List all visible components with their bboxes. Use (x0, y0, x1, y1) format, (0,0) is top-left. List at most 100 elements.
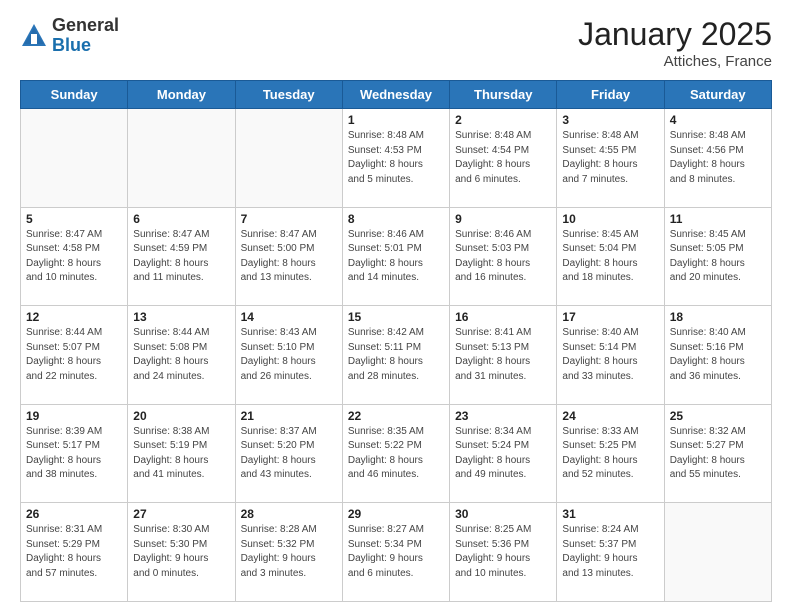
logo-blue: Blue (52, 35, 91, 55)
day-number: 2 (455, 113, 551, 127)
day-info: Sunrise: 8:46 AM Sunset: 5:01 PM Dayligh… (348, 228, 444, 286)
calendar-day-cell: 25 Sunrise: 8:32 AM Sunset: 5:27 PM Dayli… (664, 404, 771, 503)
day-info: Sunrise: 8:42 AM Sunset: 5:11 PM Dayligh… (348, 326, 444, 384)
calendar-week-row: 19Sunrise: 8:39 AM Sunset: 5:17 PM Dayli… (21, 404, 772, 503)
calendar-day-cell: 12 Sunrise: 8:44 AM Sunset: 5:07 PM Dayli… (21, 306, 128, 405)
day-info: Sunrise: 8:37 AM Sunset: 5:20 PM Dayligh… (241, 425, 337, 483)
calendar-title: January 2025 (578, 16, 772, 53)
day-info: Sunrise: 8:24 AM Sunset: 5:37 PM Dayligh… (562, 523, 658, 581)
calendar-day-cell: 11Sunrise: 8:45 AM Sunset: 5:05 PM Dayli… (664, 207, 771, 306)
day-number: 9 (455, 212, 551, 226)
day-number: 23 (455, 409, 551, 423)
day-info: Sunrise: 8:45 AM Sunset: 5:04 PM Dayligh… (562, 228, 658, 286)
day-number: 28 (241, 507, 337, 521)
title-block: January 2025 Attiches, France (578, 16, 772, 70)
calendar-day-cell: 9 Sunrise: 8:46 AM Sunset: 5:03 PM Daylig… (450, 207, 557, 306)
calendar-day-cell: 3 Sunrise: 8:48 AM Sunset: 4:55 PM Daylig… (557, 109, 664, 208)
day-info: Sunrise: 8:43 AM Sunset: 5:10 PM Dayligh… (241, 326, 337, 384)
day-info: Sunrise: 8:44 AM Sunset: 5:07 PM Dayligh… (26, 326, 122, 384)
calendar-day-cell: 28 Sunrise: 8:28 AM Sunset: 5:32 PM Dayli… (235, 503, 342, 602)
day-number: 17 (562, 310, 658, 324)
day-info: Sunrise: 8:48 AM Sunset: 4:56 PM Dayligh… (670, 129, 766, 187)
calendar-day-cell: 29 Sunrise: 8:27 AM Sunset: 5:34 PM Dayli… (342, 503, 449, 602)
day-number: 6 (133, 212, 229, 226)
weekday-cell: Tuesday (235, 81, 342, 109)
day-info: Sunrise: 8:30 AM Sunset: 5:30 PM Dayligh… (133, 523, 229, 581)
calendar-day-cell: 24Sunrise: 8:33 AM Sunset: 5:25 PM Dayli… (557, 404, 664, 503)
logo-text: General Blue (52, 16, 119, 56)
day-info: Sunrise: 8:45 AM Sunset: 5:05 PM Dayligh… (670, 228, 766, 286)
logo: General Blue (20, 16, 119, 56)
calendar-week-row: 26 Sunrise: 8:31 AM Sunset: 5:29 PM Dayli… (21, 503, 772, 602)
calendar-day-cell (664, 503, 771, 602)
day-number: 22 (348, 409, 444, 423)
calendar-week-row: 5Sunrise: 8:47 AM Sunset: 4:58 PM Daylig… (21, 207, 772, 306)
calendar-day-cell: 15Sunrise: 8:42 AM Sunset: 5:11 PM Dayli… (342, 306, 449, 405)
page: General Blue January 2025 Attiches, Fran… (0, 0, 792, 612)
day-info: Sunrise: 8:31 AM Sunset: 5:29 PM Dayligh… (26, 523, 122, 581)
day-info: Sunrise: 8:28 AM Sunset: 5:32 PM Dayligh… (241, 523, 337, 581)
calendar-day-cell: 31Sunrise: 8:24 AM Sunset: 5:37 PM Dayli… (557, 503, 664, 602)
day-info: Sunrise: 8:38 AM Sunset: 5:19 PM Dayligh… (133, 425, 229, 483)
day-number: 30 (455, 507, 551, 521)
day-info: Sunrise: 8:48 AM Sunset: 4:55 PM Dayligh… (562, 129, 658, 187)
day-info: Sunrise: 8:34 AM Sunset: 5:24 PM Dayligh… (455, 425, 551, 483)
calendar-week-row: 1 Sunrise: 8:48 AM Sunset: 4:53 PM Daylig… (21, 109, 772, 208)
header: General Blue January 2025 Attiches, Fran… (20, 16, 772, 70)
day-info: Sunrise: 8:25 AM Sunset: 5:36 PM Dayligh… (455, 523, 551, 581)
day-number: 26 (26, 507, 122, 521)
calendar-subtitle: Attiches, France (578, 53, 772, 70)
day-number: 13 (133, 310, 229, 324)
day-info: Sunrise: 8:40 AM Sunset: 5:14 PM Dayligh… (562, 326, 658, 384)
weekday-cell: Thursday (450, 81, 557, 109)
day-info: Sunrise: 8:27 AM Sunset: 5:34 PM Dayligh… (348, 523, 444, 581)
day-number: 25 (670, 409, 766, 423)
day-number: 7 (241, 212, 337, 226)
day-number: 18 (670, 310, 766, 324)
day-info: Sunrise: 8:44 AM Sunset: 5:08 PM Dayligh… (133, 326, 229, 384)
day-number: 3 (562, 113, 658, 127)
day-info: Sunrise: 8:35 AM Sunset: 5:22 PM Dayligh… (348, 425, 444, 483)
day-info: Sunrise: 8:32 AM Sunset: 5:27 PM Dayligh… (670, 425, 766, 483)
calendar-day-cell: 14Sunrise: 8:43 AM Sunset: 5:10 PM Dayli… (235, 306, 342, 405)
day-number: 8 (348, 212, 444, 226)
day-number: 29 (348, 507, 444, 521)
calendar-body: 1 Sunrise: 8:48 AM Sunset: 4:53 PM Daylig… (21, 109, 772, 602)
day-number: 16 (455, 310, 551, 324)
calendar-day-cell: 13 Sunrise: 8:44 AM Sunset: 5:08 PM Dayli… (128, 306, 235, 405)
day-number: 1 (348, 113, 444, 127)
calendar-day-cell: 2Sunrise: 8:48 AM Sunset: 4:54 PM Daylig… (450, 109, 557, 208)
day-number: 12 (26, 310, 122, 324)
day-number: 21 (241, 409, 337, 423)
day-info: Sunrise: 8:47 AM Sunset: 4:59 PM Dayligh… (133, 228, 229, 286)
day-info: Sunrise: 8:46 AM Sunset: 5:03 PM Dayligh… (455, 228, 551, 286)
day-info: Sunrise: 8:48 AM Sunset: 4:53 PM Dayligh… (348, 129, 444, 187)
day-number: 20 (133, 409, 229, 423)
logo-general: General (52, 15, 119, 35)
day-number: 24 (562, 409, 658, 423)
weekday-cell: Saturday (664, 81, 771, 109)
calendar-day-cell: 1 Sunrise: 8:48 AM Sunset: 4:53 PM Daylig… (342, 109, 449, 208)
calendar-day-cell: 22 Sunrise: 8:35 AM Sunset: 5:22 PM Dayli… (342, 404, 449, 503)
calendar-day-cell: 8 Sunrise: 8:46 AM Sunset: 5:01 PM Daylig… (342, 207, 449, 306)
calendar-day-cell: 5Sunrise: 8:47 AM Sunset: 4:58 PM Daylig… (21, 207, 128, 306)
calendar-day-cell: 23 Sunrise: 8:34 AM Sunset: 5:24 PM Dayli… (450, 404, 557, 503)
weekday-cell: Wednesday (342, 81, 449, 109)
calendar-week-row: 12 Sunrise: 8:44 AM Sunset: 5:07 PM Dayli… (21, 306, 772, 405)
day-info: Sunrise: 8:47 AM Sunset: 5:00 PM Dayligh… (241, 228, 337, 286)
weekday-cell: Monday (128, 81, 235, 109)
day-info: Sunrise: 8:39 AM Sunset: 5:17 PM Dayligh… (26, 425, 122, 483)
day-number: 27 (133, 507, 229, 521)
calendar-day-cell: 4 Sunrise: 8:48 AM Sunset: 4:56 PM Daylig… (664, 109, 771, 208)
day-number: 4 (670, 113, 766, 127)
calendar-day-cell: 19Sunrise: 8:39 AM Sunset: 5:17 PM Dayli… (21, 404, 128, 503)
calendar-day-cell: 6 Sunrise: 8:47 AM Sunset: 4:59 PM Daylig… (128, 207, 235, 306)
weekday-cell: Sunday (21, 81, 128, 109)
day-number: 10 (562, 212, 658, 226)
day-info: Sunrise: 8:40 AM Sunset: 5:16 PM Dayligh… (670, 326, 766, 384)
weekday-cell: Friday (557, 81, 664, 109)
calendar-day-cell (235, 109, 342, 208)
calendar-day-cell: 18 Sunrise: 8:40 AM Sunset: 5:16 PM Dayli… (664, 306, 771, 405)
logo-icon (20, 22, 48, 50)
calendar-day-cell: 26 Sunrise: 8:31 AM Sunset: 5:29 PM Dayli… (21, 503, 128, 602)
